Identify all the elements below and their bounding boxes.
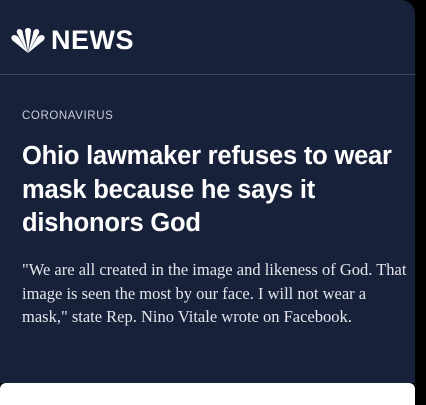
nbc-peacock-icon (11, 27, 45, 53)
next-card-edge (0, 383, 415, 405)
article-summary: "We are all created in the image and lik… (22, 260, 407, 326)
brand-name: NEWS (51, 25, 134, 55)
nbc-news-logo[interactable]: NEWS (8, 27, 134, 54)
section-label[interactable]: CORONAVIRUS (22, 110, 113, 122)
article-headline[interactable]: Ohio lawmaker refuses to wear mask becau… (22, 140, 407, 241)
site-header: NEWS (0, 0, 415, 75)
article-card[interactable]: NEWS CORONAVIRUS Ohio lawmaker refuses t… (0, 0, 415, 383)
